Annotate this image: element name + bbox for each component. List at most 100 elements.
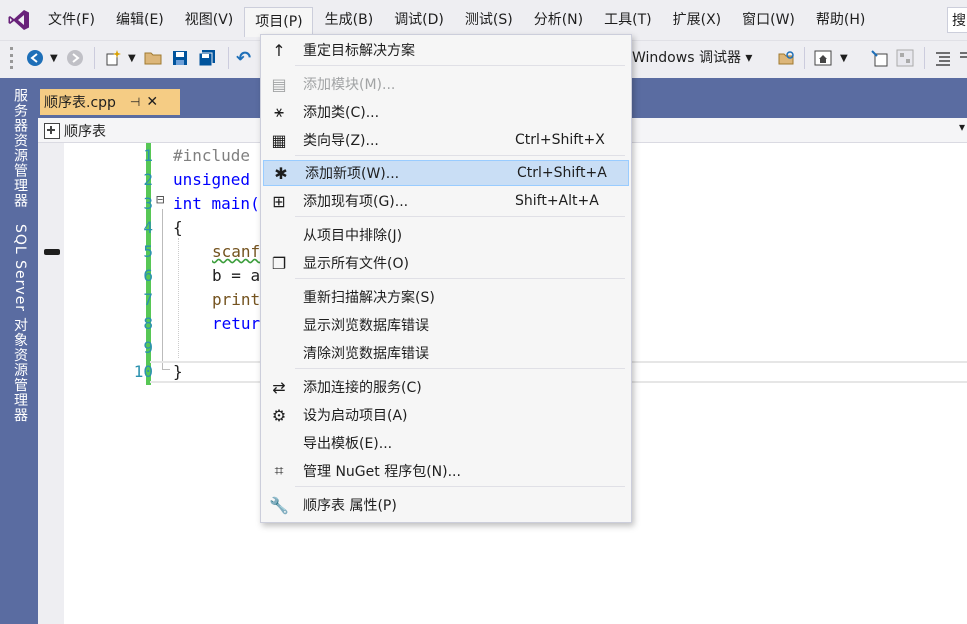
menu-file[interactable]: 文件(F) (38, 6, 104, 34)
menu-edit[interactable]: 编辑(E) (106, 6, 173, 34)
add-module-icon: ▤ (271, 74, 287, 94)
line-number: 7 (143, 290, 153, 309)
menu-view[interactable]: 视图(V) (175, 6, 243, 34)
code-line[interactable]: b = a (212, 266, 260, 285)
menu-item-label: 显示所有文件(O) (303, 256, 409, 272)
add-class-icon: ⚹ (274, 102, 284, 121)
back-arrow-icon[interactable] (26, 49, 44, 67)
close-icon[interactable]: ✕ (146, 94, 158, 110)
menu-item-label: 重新扫描解决方案(S) (303, 290, 435, 306)
menu-item-add-class[interactable]: ⚹ 添加类(C)... (262, 99, 630, 125)
save-icon[interactable] (172, 49, 188, 67)
menu-test[interactable]: 测试(S) (455, 6, 522, 34)
layout-dropdown-icon[interactable]: ▼ (840, 49, 848, 67)
arrow-up-icon: ↑ (272, 40, 286, 60)
code-line[interactable]: unsigned (173, 170, 250, 189)
properties-window-icon[interactable] (870, 49, 888, 67)
menu-item-exclude-from-project[interactable]: 从项目中排除(J) (262, 222, 630, 248)
menu-item-label: 添加连接的服务(C) (303, 380, 422, 396)
menu-item-class-wizard[interactable]: ▦ 类向导(Z)... Ctrl+Shift+X (262, 127, 630, 153)
side-tool-strip: 服务器资源管理器 SQL Server 对象资源管理器 (0, 78, 38, 624)
menu-debug[interactable]: 调试(D) (384, 6, 453, 34)
menu-item-shortcut: Shift+Alt+A (515, 193, 599, 209)
menu-item-label: 顺序表 属性(P) (303, 498, 397, 514)
add-existing-item-icon: ⊞ (272, 191, 286, 211)
new-project-icon[interactable] (104, 49, 122, 67)
debugger-target-dropdown[interactable]: Windows 调试器 ▾ (632, 47, 752, 69)
line-number: 10 (133, 362, 153, 381)
menu-tools[interactable]: 工具(T) (594, 6, 660, 34)
toolbar-separator (94, 47, 95, 69)
fold-toggle-icon[interactable]: ⊟ (156, 192, 164, 208)
server-explorer-tab[interactable]: 服务器资源管理器 (10, 88, 30, 208)
menu-help[interactable]: 帮助(H) (806, 6, 874, 34)
gear-icon: ⚙ (271, 405, 287, 425)
toolbar-grip[interactable] (10, 47, 17, 69)
back-dropdown-icon[interactable]: ▼ (50, 49, 58, 67)
uncomment-lines-icon[interactable] (958, 49, 967, 67)
menu-item-label: 管理 NuGet 程序包(N)... (303, 464, 461, 480)
menu-item-add-existing-item[interactable]: ⊞ 添加现有项(G)... Shift+Alt+A (262, 188, 630, 214)
class-view-icon[interactable] (896, 49, 914, 67)
menu-separator (295, 368, 625, 369)
menu-item-label: 添加模块(M)... (303, 77, 396, 93)
menu-item-label: 类向导(Z)... (303, 133, 379, 149)
sql-server-object-explorer-tab[interactable]: SQL Server 对象资源管理器 (10, 224, 30, 423)
project-scope-dropdown[interactable]: 顺序表 (44, 121, 106, 141)
open-folder-icon[interactable] (144, 49, 164, 67)
code-line[interactable]: int main( (173, 194, 260, 213)
line-number: 8 (143, 314, 153, 333)
line-number: 9 (143, 338, 153, 357)
menu-item-shortcut: Ctrl+Shift+A (517, 165, 607, 181)
menu-item-add-connected-service[interactable]: ⇄ 添加连接的服务(C) (262, 374, 630, 400)
menu-item-properties[interactable]: 🔧 顺序表 属性(P) (262, 492, 630, 518)
menu-item-export-template[interactable]: 导出模板(E)... (262, 430, 630, 456)
indicator-margin[interactable] (38, 143, 64, 624)
line-number: 1 (143, 146, 153, 165)
solution-explorer-home-icon[interactable] (814, 49, 832, 67)
menu-item-manage-nuget[interactable]: ⌗ 管理 NuGet 程序包(N)... (262, 458, 630, 484)
menu-item-label: 设为启动项目(A) (303, 408, 408, 424)
code-line[interactable]: retur (212, 314, 260, 333)
find-in-files-icon[interactable] (778, 49, 796, 67)
menu-item-add-module: ▤ 添加模块(M)... (262, 71, 630, 97)
menu-separator (295, 155, 625, 156)
toolbar-separator (804, 47, 805, 69)
menu-item-rescan-solution[interactable]: 重新扫描解决方案(S) (262, 284, 630, 310)
comment-lines-icon[interactable] (934, 49, 952, 67)
forward-arrow-icon[interactable] (66, 49, 84, 67)
pin-icon[interactable]: ⊣ (130, 95, 140, 109)
menu-window[interactable]: 窗口(W) (732, 6, 804, 34)
undo-icon[interactable]: ↶ (236, 48, 251, 69)
fold-guide (162, 209, 163, 369)
connected-service-icon: ⇄ (272, 377, 286, 397)
line-number: 3 (143, 194, 153, 213)
wrench-icon: 🔧 (269, 495, 289, 515)
save-all-icon[interactable] (198, 49, 216, 67)
menu-item-retarget-solution[interactable]: ↑ 重定目标解决方案 (262, 37, 630, 63)
menu-separator (295, 486, 625, 487)
menu-project[interactable]: 项目(P) (244, 7, 313, 37)
menu-item-label: 添加现有项(G)... (303, 194, 409, 210)
menu-item-clear-browse-db-errors[interactable]: 清除浏览数据库错误 (262, 340, 630, 366)
menu-item-show-all-files[interactable]: ❐ 显示所有文件(O) (262, 250, 630, 276)
code-line[interactable]: print (212, 290, 260, 309)
menu-item-add-new-item[interactable]: ✱ 添加新项(W)... Ctrl+Shift+A (263, 160, 629, 186)
line-number: 6 (143, 266, 153, 285)
code-line[interactable]: #include (173, 146, 250, 165)
search-input[interactable]: 搜 (947, 7, 967, 33)
toolbar-separator (924, 47, 925, 69)
menu-item-label: 添加新项(W)... (305, 166, 400, 182)
menu-analyze[interactable]: 分析(N) (524, 6, 592, 34)
menu-build[interactable]: 生成(B) (315, 6, 383, 34)
code-line[interactable]: scanf (212, 242, 260, 261)
menu-item-set-startup-project[interactable]: ⚙ 设为启动项目(A) (262, 402, 630, 428)
chevron-down-icon[interactable]: ▾ (959, 120, 965, 134)
menu-extensions[interactable]: 扩展(X) (663, 6, 731, 34)
menu-item-show-browse-db-errors[interactable]: 显示浏览数据库错误 (262, 312, 630, 338)
code-line[interactable]: { (173, 218, 183, 237)
document-tab-active[interactable]: 顺序表.cpp ⊣ ✕ (40, 89, 180, 115)
visual-studio-logo-icon[interactable] (0, 0, 38, 40)
menu-item-label: 从项目中排除(J) (303, 228, 403, 244)
new-dropdown-icon[interactable]: ▼ (128, 49, 136, 67)
